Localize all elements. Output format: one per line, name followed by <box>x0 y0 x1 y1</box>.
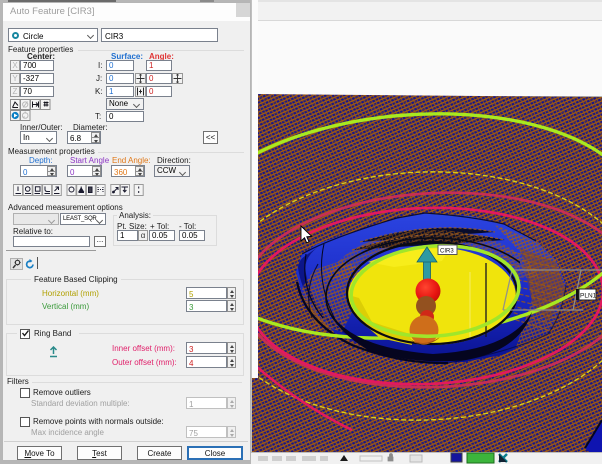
svg-text:CIR3: CIR3 <box>440 249 454 255</box>
svg-text:PLN1: PLN1 <box>580 293 597 300</box>
